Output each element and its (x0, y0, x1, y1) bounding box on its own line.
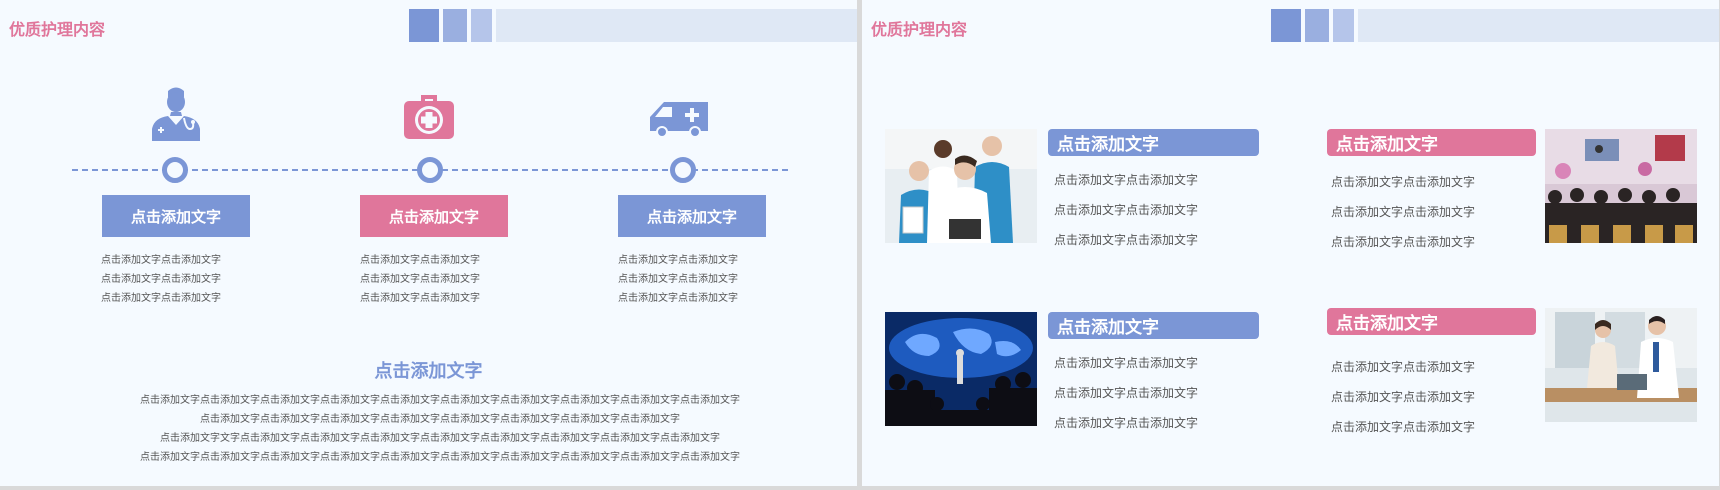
step-body: 点击添加文字点击添加文字 点击添加文字点击添加文字 点击添加文字点击添加文字 (101, 255, 221, 304)
slide-title: 优质护理内容 (9, 20, 106, 39)
bottom-paragraph: 点击添加文字点击添加文字点击添加文字点击添加文字点击添加文字点击添加文字点击添加… (140, 395, 740, 463)
step-heading[interactable]: 点击添加文字 (618, 195, 766, 237)
conference-audience-photo (1545, 129, 1697, 243)
card-text: 点击添加文字点击添加文字 点击添加文字点击添加文字 点击添加文字点击添加文字 (1054, 356, 1199, 430)
timeline-node (417, 157, 443, 183)
step-heading[interactable]: 点击添加文字 (102, 195, 250, 237)
timeline-node (670, 157, 696, 183)
slide-left: 优质护理内容 点击添加文字 点击添加文字 点击添加文字 点击添加文字点击添加文字… (0, 0, 857, 486)
card-label[interactable]: 点击添加文字 (1327, 129, 1536, 156)
first-aid-kit-icon (403, 89, 455, 141)
timeline-node (162, 157, 188, 183)
nurse-icon (148, 85, 204, 141)
ambulance-icon (648, 99, 710, 139)
medical-team-photo (885, 129, 1037, 243)
card-label[interactable]: 点击添加文字 (1327, 308, 1536, 335)
slide-right: 优质护理内容 点击添加文字 点击添加文字点击添加文字 点击添加文字点击添加文字 … (862, 0, 1719, 486)
step-body: 点击添加文字点击添加文字 点击添加文字点击添加文字 点击添加文字点击添加文字 (618, 255, 738, 304)
bottom-heading[interactable]: 点击添加文字 (0, 357, 857, 383)
card-text: 点击添加文字点击添加文字 点击添加文字点击添加文字 点击添加文字点击添加文字 (1331, 360, 1476, 434)
business-meeting-photo (1545, 308, 1697, 422)
card-label[interactable]: 点击添加文字 (1048, 129, 1259, 156)
step-heading[interactable]: 点击添加文字 (360, 195, 508, 237)
step-body: 点击添加文字点击添加文字 点击添加文字点击添加文字 点击添加文字点击添加文字 (360, 255, 480, 304)
card-label[interactable]: 点击添加文字 (1048, 312, 1259, 339)
world-map-presentation-photo (885, 312, 1037, 426)
slide-title: 优质护理内容 (871, 20, 968, 39)
card-text: 点击添加文字点击添加文字 点击添加文字点击添加文字 点击添加文字点击添加文字 (1054, 173, 1199, 247)
card-text: 点击添加文字点击添加文字 点击添加文字点击添加文字 点击添加文字点击添加文字 (1331, 175, 1476, 249)
